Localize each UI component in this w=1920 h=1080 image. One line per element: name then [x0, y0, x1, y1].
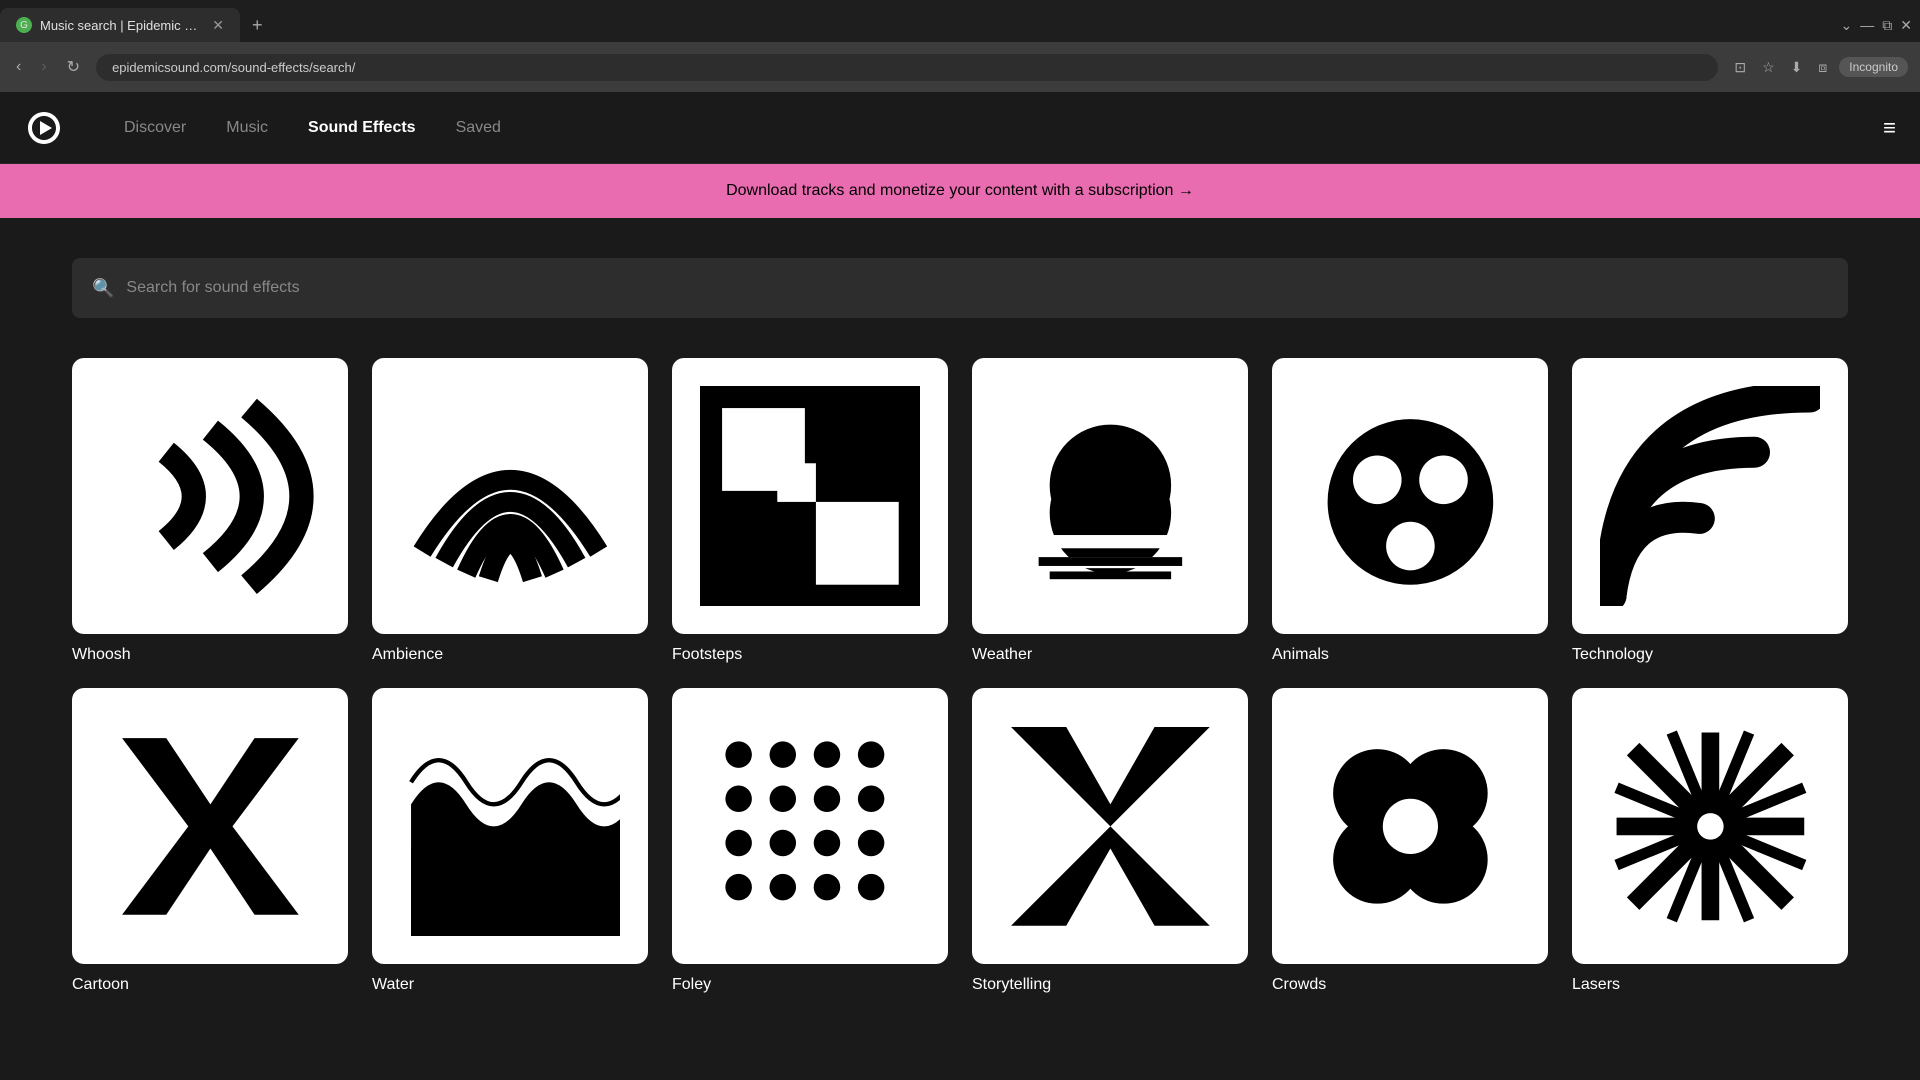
category-card-crowds — [1272, 688, 1548, 964]
address-actions: ⊡ ☆ ⬇ ⧈ Incognito — [1730, 55, 1908, 80]
category-card-water — [372, 688, 648, 964]
category-label-foley: Foley — [672, 976, 948, 994]
category-ambience[interactable]: Ambience — [372, 358, 648, 664]
tab-bar: G Music search | Epidemic Sound ✕ + ⌄ — … — [0, 0, 1920, 42]
tab-title: Music search | Epidemic Sound — [40, 18, 204, 33]
incognito-badge: Incognito — [1839, 57, 1908, 77]
tab-favicon: G — [16, 17, 32, 33]
category-card-foley — [672, 688, 948, 964]
site-nav: Discover Music Sound Effects Saved ≡ — [0, 92, 1920, 164]
category-lasers[interactable]: Lasers — [1572, 688, 1848, 994]
active-tab[interactable]: G Music search | Epidemic Sound ✕ — [0, 8, 240, 42]
category-label-water: Water — [372, 976, 648, 994]
category-card-animals — [1272, 358, 1548, 634]
search-icon: 🔍 — [92, 278, 114, 299]
category-label-weather: Weather — [972, 646, 1248, 664]
nav-links: Discover Music Sound Effects Saved — [124, 119, 501, 137]
logo[interactable] — [24, 108, 64, 148]
category-footsteps[interactable]: Footsteps — [672, 358, 948, 664]
category-card-technology — [1572, 358, 1848, 634]
new-tab-button[interactable]: + — [244, 15, 271, 36]
nav-discover[interactable]: Discover — [124, 119, 186, 137]
nav-sound-effects[interactable]: Sound Effects — [308, 119, 416, 137]
tab-close-button[interactable]: ✕ — [212, 17, 224, 34]
restore-button[interactable]: ⧉ — [1882, 17, 1892, 34]
hamburger-menu[interactable]: ≡ — [1883, 115, 1896, 141]
category-weather[interactable]: Weather — [972, 358, 1248, 664]
close-window-button[interactable]: ✕ — [1900, 17, 1912, 34]
search-input[interactable] — [126, 279, 1828, 297]
category-cartoon[interactable]: Cartoon — [72, 688, 348, 994]
category-crowds[interactable]: Crowds — [1272, 688, 1548, 994]
cast-icon[interactable]: ⊡ — [1730, 55, 1750, 80]
url-text: epidemicsound.com/sound-effects/search/ — [112, 60, 355, 75]
category-label-whoosh: Whoosh — [72, 646, 348, 664]
forward-button[interactable]: › — [37, 54, 50, 80]
category-foley[interactable]: Foley — [672, 688, 948, 994]
category-whoosh[interactable]: Whoosh — [72, 358, 348, 664]
browser-chrome: G Music search | Epidemic Sound ✕ + ⌄ — … — [0, 0, 1920, 92]
main-content: 🔍 Whoosh — [0, 218, 1920, 1034]
category-storytelling[interactable]: Storytelling — [972, 688, 1248, 994]
category-label-animals: Animals — [1272, 646, 1548, 664]
category-label-footsteps: Footsteps — [672, 646, 948, 664]
category-card-footsteps — [672, 358, 948, 634]
category-card-ambience — [372, 358, 648, 634]
category-label-storytelling: Storytelling — [972, 976, 1248, 994]
extension-icon[interactable]: ⧈ — [1814, 55, 1831, 80]
promo-banner[interactable]: Download tracks and monetize your conten… — [0, 164, 1920, 218]
back-button[interactable]: ‹ — [12, 54, 25, 80]
category-label-ambience: Ambience — [372, 646, 648, 664]
search-container[interactable]: 🔍 — [72, 258, 1848, 318]
reload-button[interactable]: ↻ — [63, 53, 84, 81]
promo-text: Download tracks and monetize your conten… — [726, 182, 1194, 200]
category-water[interactable]: Water — [372, 688, 648, 994]
tab-controls: ⌄ — ⧉ ✕ — [1841, 17, 1920, 34]
url-bar[interactable]: epidemicsound.com/sound-effects/search/ — [96, 54, 1718, 81]
address-bar: ‹ › ↻ epidemicsound.com/sound-effects/se… — [0, 42, 1920, 92]
category-grid: Whoosh Ambience — [72, 358, 1848, 994]
category-animals[interactable]: Animals — [1272, 358, 1548, 664]
category-card-lasers — [1572, 688, 1848, 964]
nav-saved[interactable]: Saved — [456, 119, 501, 137]
nav-music[interactable]: Music — [226, 119, 268, 137]
category-card-whoosh — [72, 358, 348, 634]
download-icon[interactable]: ⬇ — [1787, 55, 1807, 80]
category-card-storytelling — [972, 688, 1248, 964]
category-label-cartoon: Cartoon — [72, 976, 348, 994]
category-label-crowds: Crowds — [1272, 976, 1548, 994]
tab-search-button[interactable]: ⌄ — [1841, 17, 1853, 34]
bookmark-icon[interactable]: ☆ — [1758, 55, 1779, 80]
category-label-technology: Technology — [1572, 646, 1848, 664]
minimize-button[interactable]: — — [1860, 17, 1874, 33]
category-technology[interactable]: Technology — [1572, 358, 1848, 664]
category-label-lasers: Lasers — [1572, 976, 1848, 994]
category-card-weather — [972, 358, 1248, 634]
site-content: Discover Music Sound Effects Saved ≡ Dow… — [0, 92, 1920, 1080]
category-card-cartoon — [72, 688, 348, 964]
